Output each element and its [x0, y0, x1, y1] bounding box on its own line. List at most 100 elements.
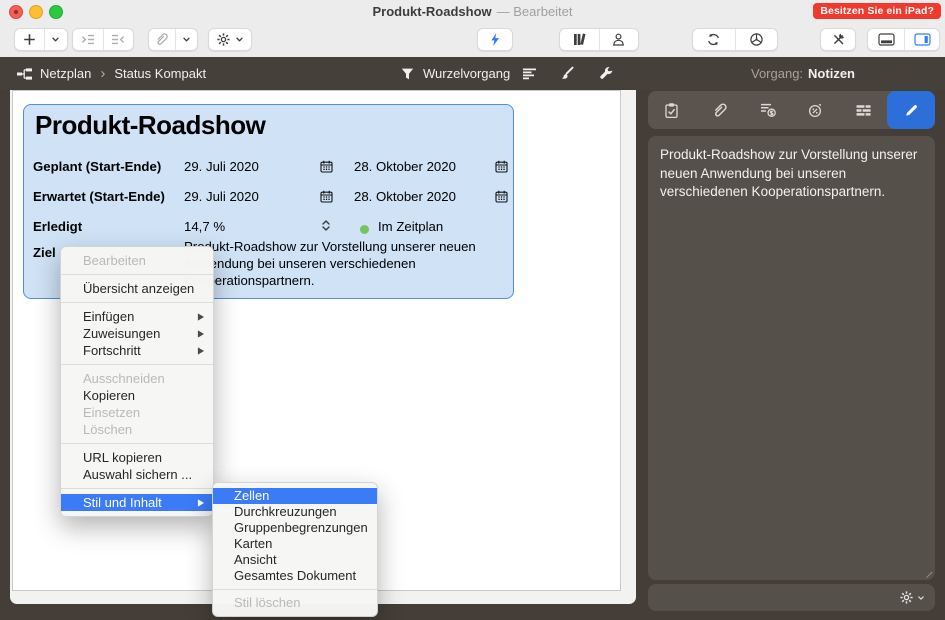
- filter-chip[interactable]: Wurzelvorgang: [400, 57, 510, 90]
- tab-notes[interactable]: [887, 91, 935, 129]
- lightning-icon: [488, 32, 502, 47]
- row-label-ziel: Ziel: [33, 245, 56, 260]
- menu-item-url-kopieren[interactable]: URL kopieren: [61, 449, 213, 466]
- funnel-icon: [400, 67, 415, 81]
- submenu-item-ansicht[interactable]: Ansicht: [213, 552, 377, 568]
- row-label-geplant: Geplant (Start-Ende): [33, 159, 161, 174]
- resources-group: [559, 28, 639, 51]
- menu-item-zuweisungen[interactable]: Zuweisungen▶: [61, 325, 213, 342]
- sync-button[interactable]: [693, 29, 735, 50]
- stepper-icon[interactable]: [321, 219, 331, 232]
- outline-icon: [16, 67, 33, 81]
- geplant-start-value[interactable]: 29. Juli 2020: [184, 159, 259, 174]
- note-editor[interactable]: Produkt-Roadshow zur Vorstellung unserer…: [648, 136, 935, 580]
- fields-icon: [855, 104, 872, 117]
- app-window: { "titlebar": { "title": "Produkt-Roadsh…: [0, 0, 945, 620]
- erwartet-start-value[interactable]: 29. Juli 2020: [184, 189, 259, 204]
- tab-attachments[interactable]: [696, 91, 744, 129]
- library-button[interactable]: [560, 29, 599, 50]
- panel-bottom-icon: [878, 33, 895, 46]
- view-bar: Netzplan › Status Kompakt Wurzelvorgang …: [0, 57, 945, 90]
- attachment-icon: [154, 32, 169, 47]
- actions-button[interactable]: [208, 28, 252, 51]
- style-brush-button[interactable]: [558, 57, 575, 90]
- breadcrumb[interactable]: Netzplan › Status Kompakt: [16, 57, 206, 90]
- menu-separator: [61, 488, 213, 489]
- edited-state: — Bearbeitet: [497, 4, 573, 19]
- outdent-button[interactable]: [103, 29, 134, 50]
- status-label[interactable]: Im Zeitplan: [378, 219, 443, 234]
- chevron-down-icon: [917, 594, 925, 602]
- indent-group: [72, 28, 134, 51]
- attach-button[interactable]: [149, 29, 175, 50]
- resize-grip-icon[interactable]: [920, 566, 932, 578]
- chevron-down-icon: [182, 35, 191, 44]
- inspector-footer: [648, 584, 935, 611]
- menu-item-stil-und-inhalt[interactable]: Stil und Inhalt▶: [61, 494, 213, 511]
- context-value: Notizen: [808, 66, 855, 81]
- tab-plan[interactable]: [648, 91, 696, 129]
- ipad-promo-button[interactable]: Besitzen Sie ein iPad?: [813, 3, 941, 19]
- menu-item-fortschritt[interactable]: Fortschritt▶: [61, 342, 213, 359]
- breadcrumb-style[interactable]: Status Kompakt: [114, 66, 206, 81]
- progress-icon: [807, 102, 824, 118]
- menu-item-auswahl-sichern[interactable]: Auswahl sichern ...: [61, 466, 213, 483]
- ziel-value[interactable]: Produkt-Roadshow zur Vorstellung unserer…: [184, 238, 514, 289]
- filter-label: Wurzelvorgang: [423, 66, 510, 81]
- gear-icon[interactable]: [899, 590, 914, 605]
- submenu-arrow-icon: ▶: [198, 340, 204, 360]
- geplant-end-value[interactable]: 28. Oktober 2020: [354, 159, 456, 174]
- alignment-button[interactable]: [521, 57, 539, 90]
- menu-item-uebersicht-anzeigen[interactable]: Übersicht anzeigen: [61, 280, 213, 297]
- erledigt-value[interactable]: 14,7 %: [184, 219, 225, 234]
- calendar-icon[interactable]: [320, 190, 333, 203]
- note-edit-icon: [904, 103, 919, 118]
- person-icon: [611, 32, 626, 47]
- breadcrumb-view[interactable]: Netzplan: [40, 66, 91, 81]
- calendar-icon[interactable]: [495, 160, 508, 173]
- note-text[interactable]: Produkt-Roadshow zur Vorstellung unserer…: [660, 147, 917, 199]
- gear-icon: [216, 32, 231, 47]
- menu-separator: [61, 274, 213, 275]
- wrench-icon: [598, 66, 615, 81]
- row-label-erwartet: Erwartet (Start-Ende): [33, 189, 165, 204]
- add-options-button[interactable]: [44, 29, 67, 50]
- indent-button[interactable]: [73, 29, 103, 50]
- task-title[interactable]: Produkt-Roadshow: [35, 110, 265, 141]
- toggle-bottom-panel-button[interactable]: [868, 29, 904, 50]
- tab-progress[interactable]: [791, 91, 839, 129]
- window-title: Produkt-Roadshow — Bearbeitet: [0, 0, 945, 22]
- tools-icon: [831, 32, 846, 47]
- tab-costs[interactable]: [744, 91, 792, 129]
- stil-und-inhalt-submenu: Zellen Durchkreuzungen Gruppenbegrenzung…: [212, 482, 378, 617]
- submenu-item-zellen[interactable]: Zellen: [213, 488, 377, 504]
- outdent-icon: [110, 33, 126, 46]
- menu-separator: [213, 589, 377, 590]
- kickstart-button[interactable]: [477, 28, 513, 51]
- erwartet-end-value[interactable]: 28. Oktober 2020: [354, 189, 456, 204]
- toggle-right-panel-button[interactable]: [904, 29, 939, 50]
- format-wrench-button[interactable]: [598, 57, 615, 90]
- submenu-item-durchkreuzungen[interactable]: Durchkreuzungen: [213, 504, 377, 520]
- calendar-icon[interactable]: [320, 160, 333, 173]
- submenu-item-gruppenbegrenzungen[interactable]: Gruppenbegrenzungen: [213, 520, 377, 536]
- titlebar: Produkt-Roadshow — Bearbeitet Besitzen S…: [0, 0, 945, 22]
- calendar-icon[interactable]: [495, 190, 508, 203]
- attach-options-button[interactable]: [175, 29, 197, 50]
- settings-button[interactable]: [820, 28, 856, 51]
- resources-button[interactable]: [599, 29, 638, 50]
- library-icon: [572, 32, 587, 47]
- document-title: Produkt-Roadshow: [372, 4, 491, 19]
- add-icon: [22, 32, 37, 47]
- menu-item-einfuegen[interactable]: Einfügen▶: [61, 308, 213, 325]
- tab-fields[interactable]: [839, 91, 887, 129]
- menu-item-kopieren[interactable]: Kopieren: [61, 387, 213, 404]
- submenu-item-karten[interactable]: Karten: [213, 536, 377, 552]
- panel-right-icon: [914, 33, 931, 46]
- add-button[interactable]: [15, 29, 44, 50]
- net-circle-icon: [749, 32, 764, 47]
- submenu-item-gesamtes-dokument[interactable]: Gesamtes Dokument: [213, 568, 377, 584]
- sync-group: [692, 28, 778, 51]
- net-overview-button[interactable]: [735, 29, 777, 50]
- chevron-down-icon: [51, 35, 60, 44]
